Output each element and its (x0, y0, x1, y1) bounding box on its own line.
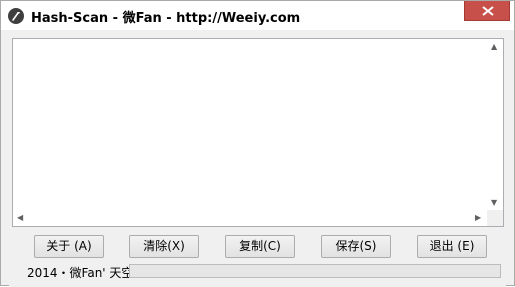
vertical-scrollbar[interactable]: ▲ ▼ (487, 39, 503, 210)
copy-button[interactable]: 复制(C) (225, 235, 295, 258)
client-area: ▲ ▼ ◀ ▶ 关于 (A) 清除(X) 复制(C) 保存(S) 退出 (E) … (9, 31, 506, 287)
horizontal-scrollbar[interactable]: ◀ ▶ (13, 210, 487, 226)
exit-button[interactable]: 退出 (E) (417, 235, 487, 258)
title-bar[interactable]: Hash-Scan - 微Fan - http://Weeiy.com (1, 1, 514, 30)
about-button[interactable]: 关于 (A) (34, 235, 104, 258)
output-textarea[interactable]: ▲ ▼ ◀ ▶ (12, 38, 504, 227)
credit-label: 2014・微Fan' 天空 (27, 266, 134, 280)
window-title: Hash-Scan - 微Fan - http://Weeiy.com (31, 11, 301, 26)
progress-bar (129, 264, 501, 278)
save-button[interactable]: 保存(S) (321, 235, 391, 258)
scroll-up-arrow-icon[interactable]: ▲ (491, 43, 497, 51)
scroll-down-arrow-icon[interactable]: ▼ (491, 199, 497, 207)
scroll-left-arrow-icon[interactable]: ◀ (17, 214, 23, 222)
close-button[interactable] (464, 1, 510, 21)
scroll-right-arrow-icon[interactable]: ▶ (475, 214, 481, 222)
clear-button[interactable]: 清除(X) (129, 235, 199, 258)
close-icon (482, 6, 494, 16)
app-window: Hash-Scan - 微Fan - http://Weeiy.com ▲ ▼ … (0, 0, 515, 287)
scrollbar-corner (487, 210, 503, 226)
app-icon (8, 8, 24, 24)
